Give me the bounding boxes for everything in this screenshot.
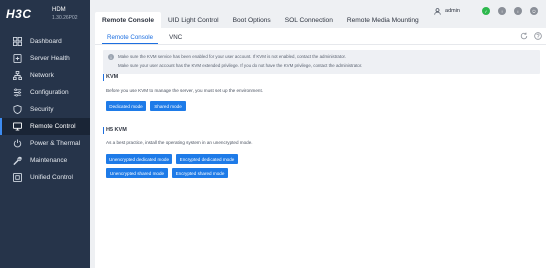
kvm-description: Before you use KVM to manage the server,… — [106, 88, 264, 93]
brand: H3C HDM 1.30.26P02 — [6, 6, 90, 26]
h5kvm-description: As a best practice, install the operatin… — [106, 140, 253, 145]
sub-tabs: Remote Console VNC — [102, 31, 187, 44]
tab-sol-connection[interactable]: SOL Connection — [278, 12, 340, 28]
sidebar: H3C HDM 1.30.26P02 Dashboard Server Heal… — [0, 0, 90, 268]
sidebar-nav: Dashboard Server Health Network Configur… — [0, 33, 90, 186]
h5kvm-section-title: H5 KVM — [106, 127, 127, 133]
kvm-shared-mode-button[interactable]: Shared mode — [150, 101, 186, 111]
kvm-section-title: KVM — [106, 74, 119, 80]
h3c-logo: H3C — [6, 7, 32, 21]
unencrypted-dedicated-mode-button[interactable]: Unencrypted dedicated mode — [106, 154, 172, 164]
info-icon: i — [108, 54, 114, 60]
sidebar-item-label: Unified Control — [30, 174, 73, 181]
encrypted-dedicated-mode-button[interactable]: Encrypted dedicated mode — [176, 154, 238, 164]
tab-boot-options[interactable]: Boot Options — [226, 12, 278, 28]
refresh-icon[interactable] — [520, 32, 528, 40]
sidebar-item-label: Network — [30, 72, 54, 79]
sidebar-item-server-health[interactable]: Server Health — [0, 50, 90, 67]
kvm-dedicated-mode-button[interactable]: Dedicated mode — [106, 101, 146, 111]
main-tabs: Remote Console UID Light Control Boot Op… — [95, 12, 426, 28]
sidebar-item-maintenance[interactable]: Maintenance — [0, 152, 90, 169]
content-panel: Remote Console VNC i Make sure the KVM s… — [95, 28, 546, 268]
health-status-icon[interactable]: ✓ — [482, 7, 490, 15]
sidebar-item-label: Power & Thermal — [30, 140, 81, 147]
encrypted-shared-mode-button[interactable]: Encrypted shared mode — [172, 168, 228, 178]
dashboard-icon — [13, 37, 22, 46]
sidebar-item-label: Remote Control — [30, 123, 76, 130]
server-health-icon — [13, 54, 22, 63]
sidebar-item-security[interactable]: Security — [0, 101, 90, 118]
configuration-icon — [13, 88, 22, 97]
user-area: admin ✓ ! i ⏻ — [434, 6, 538, 16]
sidebar-item-configuration[interactable]: Configuration — [0, 84, 90, 101]
sidebar-item-power-thermal[interactable]: Power & Thermal — [0, 135, 90, 152]
wrench-icon — [13, 156, 22, 165]
remote-control-icon — [13, 122, 22, 131]
product-name: HDM — [52, 7, 66, 13]
sidebar-item-network[interactable]: Network — [0, 67, 90, 84]
unified-control-icon — [13, 173, 22, 182]
alarm-status-icon[interactable]: ! — [498, 7, 506, 15]
shield-icon — [13, 105, 22, 114]
notice-line: Make sure the KVM service has been enabl… — [118, 54, 346, 59]
tab-remote-media-mounting[interactable]: Remote Media Mounting — [340, 12, 426, 28]
uid-status-icon[interactable]: i — [514, 7, 522, 15]
section-marker — [103, 74, 104, 81]
subtab-vnc[interactable]: VNC — [164, 31, 187, 44]
network-icon — [13, 71, 22, 80]
sidebar-item-remote-control[interactable]: Remote Control — [0, 118, 90, 135]
sidebar-item-label: Configuration — [30, 89, 69, 96]
sidebar-item-label: Security — [30, 106, 54, 113]
username[interactable]: admin — [445, 8, 460, 14]
tab-remote-console[interactable]: Remote Console — [95, 12, 162, 28]
subtab-remote-console[interactable]: Remote Console — [102, 31, 159, 44]
divider — [95, 44, 546, 45]
user-icon[interactable] — [434, 7, 441, 15]
power-icon — [13, 139, 22, 148]
unencrypted-shared-mode-button[interactable]: Unencrypted shared mode — [106, 168, 168, 178]
sidebar-item-dashboard[interactable]: Dashboard — [0, 33, 90, 50]
notice-line: Make sure your user account has the KVM … — [118, 63, 363, 68]
sidebar-item-label: Dashboard — [30, 38, 62, 45]
sidebar-item-unified-control[interactable]: Unified Control — [0, 169, 90, 186]
help-icon[interactable] — [534, 32, 542, 40]
notice-box: i Make sure the KVM service has been ena… — [103, 50, 540, 74]
tab-uid-light-control[interactable]: UID Light Control — [161, 12, 226, 28]
top-bar: Remote Console UID Light Control Boot Op… — [90, 0, 546, 28]
section-marker — [103, 127, 104, 134]
firmware-version: 1.30.26P02 — [52, 15, 78, 21]
sidebar-item-label: Server Health — [30, 55, 70, 62]
panel-tools — [514, 32, 542, 40]
sidebar-item-label: Maintenance — [30, 157, 68, 164]
power-status-icon[interactable]: ⏻ — [530, 7, 538, 15]
